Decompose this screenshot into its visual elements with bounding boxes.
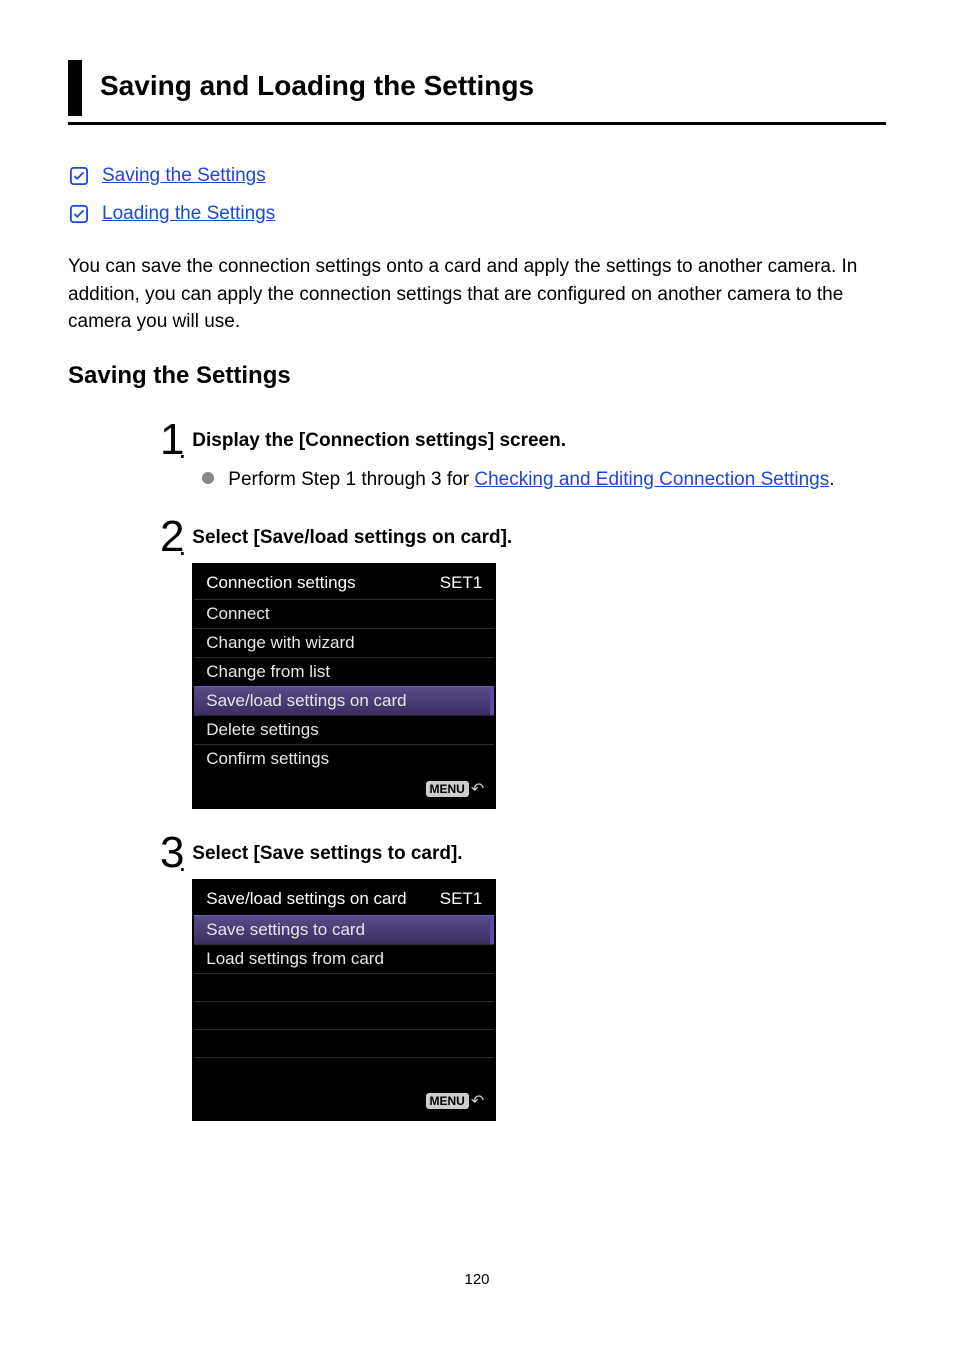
back-arrow-icon: ↶	[471, 1091, 484, 1111]
menu-item-empty	[194, 973, 494, 1001]
section-heading-saving: Saving the Settings	[68, 362, 886, 390]
toc-link-saving[interactable]: Saving the Settings	[102, 165, 266, 187]
screen-menu-list: Connect Change with wizard Change from l…	[194, 599, 494, 773]
menu-item-change-wizard[interactable]: Change with wizard	[194, 628, 494, 657]
page-title: Saving and Loading the Settings	[100, 60, 534, 116]
screen-header: Save/load settings on card SET1	[194, 881, 494, 915]
screen-header-left: Save/load settings on card	[206, 889, 406, 909]
link-icon	[70, 205, 88, 223]
screen-header: Connection settings SET1	[194, 565, 494, 599]
menu-item-connect[interactable]: Connect	[194, 599, 494, 628]
link-checking-editing[interactable]: Checking and Editing Connection Settings	[474, 469, 829, 490]
menu-item-empty	[194, 1057, 494, 1085]
step-title: Display the [Connection settings] screen…	[192, 430, 886, 452]
menu-item-delete-settings[interactable]: Delete settings	[194, 715, 494, 744]
toc-link-loading[interactable]: Loading the Settings	[102, 203, 275, 225]
page-number: 120	[68, 1271, 886, 1288]
step-body: Select [Save/load settings on card]. Con…	[192, 521, 886, 809]
step-body: Select [Save settings to card]. Save/loa…	[192, 837, 886, 1121]
menu-item-load-from-card[interactable]: Load settings from card	[194, 944, 494, 973]
step-number: 1.	[160, 424, 192, 468]
intro-paragraph: You can save the connection settings ont…	[68, 253, 886, 336]
screen-header-right: SET1	[440, 889, 483, 909]
menu-back-button[interactable]: MENU ↶	[426, 1091, 485, 1111]
screen-header-left: Connection settings	[206, 573, 355, 593]
menu-item-change-list[interactable]: Change from list	[194, 657, 494, 686]
screen-footer: MENU ↶	[194, 773, 494, 807]
step-1: 1. Display the [Connection settings] scr…	[160, 424, 886, 494]
step-3: 3. Select [Save settings to card]. Save/…	[160, 837, 886, 1121]
title-accent-bar	[68, 60, 82, 116]
step-number: 2.	[160, 521, 192, 565]
title-row: Saving and Loading the Settings	[68, 60, 886, 116]
step-title: Select [Save/load settings on card].	[192, 527, 886, 549]
menu-item-confirm-settings[interactable]: Confirm settings	[194, 744, 494, 773]
toc-item-loading[interactable]: Loading the Settings	[68, 203, 886, 225]
menu-label: MENU	[426, 781, 469, 797]
step-title: Select [Save settings to card].	[192, 843, 886, 865]
screen-menu-list: Save settings to card Load settings from…	[194, 915, 494, 1085]
step-number: 3.	[160, 837, 192, 881]
menu-back-button[interactable]: MENU ↶	[426, 779, 485, 799]
step-bullet: Perform Step 1 through 3 for Checking an…	[202, 466, 886, 494]
camera-screen-save-load: Save/load settings on card SET1 Save set…	[192, 879, 496, 1121]
menu-item-save-to-card[interactable]: Save settings to card	[194, 915, 494, 944]
menu-item-empty	[194, 1029, 494, 1057]
menu-label: MENU	[426, 1093, 469, 1109]
menu-item-empty	[194, 1001, 494, 1029]
step-2: 2. Select [Save/load settings on card]. …	[160, 521, 886, 809]
toc-item-saving[interactable]: Saving the Settings	[68, 165, 886, 187]
menu-item-save-load-card[interactable]: Save/load settings on card	[194, 686, 494, 715]
title-underline	[68, 122, 886, 125]
bullet-icon	[202, 472, 214, 484]
back-arrow-icon: ↶	[471, 779, 484, 799]
screen-footer: MENU ↶	[194, 1085, 494, 1119]
screen-header-right: SET1	[440, 573, 483, 593]
page-content: Saving and Loading the Settings Saving t…	[0, 0, 954, 1328]
steps-container: 1. Display the [Connection settings] scr…	[160, 424, 886, 1122]
bullet-text: Perform Step 1 through 3 for Checking an…	[228, 466, 834, 494]
camera-screen-connection-settings: Connection settings SET1 Connect Change …	[192, 563, 496, 809]
link-icon	[70, 167, 88, 185]
step-body: Display the [Connection settings] screen…	[192, 424, 886, 494]
